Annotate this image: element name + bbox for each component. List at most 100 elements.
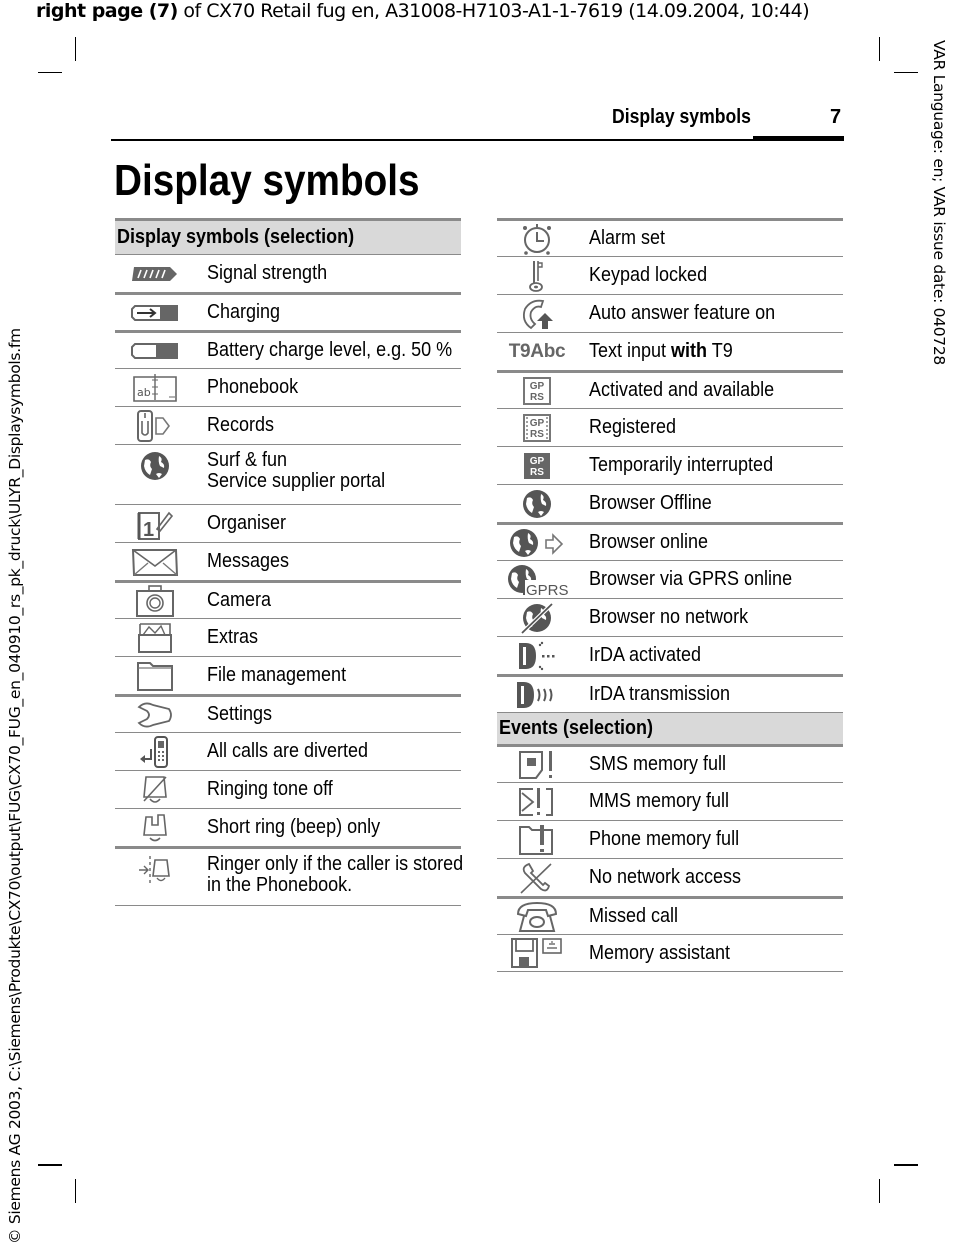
row-label: Registered — [577, 417, 686, 438]
row-label: Missed call — [577, 906, 688, 927]
row-label: Browser no network — [577, 607, 766, 628]
row-label: Records — [195, 415, 281, 436]
display-symbols-table-continued: Alarm set Keypad locked Auto answer feat… — [497, 218, 843, 972]
row-label: Browser Offline — [577, 493, 725, 514]
table-row: Charging — [115, 292, 461, 330]
table-row: Missed call — [497, 896, 843, 934]
page-number: 7 — [830, 106, 842, 128]
row-label-text: Browser via GPRS online — [589, 568, 793, 590]
row-label-text: Ringing tone off — [207, 778, 333, 800]
t9-icon-text: T9Abc — [508, 340, 566, 362]
extras-icon — [115, 621, 195, 655]
table-row: No network access — [497, 858, 843, 896]
mms-full-icon — [497, 785, 577, 819]
row-label: No network access — [577, 867, 758, 888]
row-label-text: All calls are diverted — [207, 740, 369, 762]
row-label: All calls are diverted — [195, 741, 386, 762]
battery-icon — [115, 341, 195, 361]
gprs-registered-icon: GP RS — [497, 413, 577, 443]
call-divert-icon — [115, 735, 195, 769]
row-label-bold: with — [671, 340, 708, 362]
envelope-icon — [115, 546, 195, 578]
row-label-text: Camera — [207, 589, 272, 611]
row-label-text-line2: Service supplier portal — [207, 470, 386, 492]
phone-memory-full-icon — [497, 823, 577, 857]
table-row: T9Abc Text input with T9 — [497, 332, 843, 370]
var-info: VAR Language: en; VAR issue date: 040728 — [930, 40, 948, 365]
svg-text:GPRS: GPRS — [526, 582, 568, 597]
row-label: Auto answer feature on — [577, 303, 796, 324]
irda-transmission-icon — [497, 679, 577, 711]
browser-no-network-icon — [497, 601, 577, 635]
table-row: Ringing tone off — [115, 770, 461, 808]
svg-text:RS: RS — [530, 467, 544, 478]
row-label: Phonebook — [195, 377, 308, 398]
table-heading-text: Display symbols (selection) — [117, 226, 355, 248]
crop-mark — [75, 37, 76, 61]
row-label-text: IrDA activated — [589, 644, 702, 666]
globe-icon — [115, 450, 195, 482]
row-label: Memory assistant — [577, 941, 746, 964]
key-icon — [497, 259, 577, 293]
row-label-text: Settings — [207, 703, 273, 725]
table-row: 1 Organiser — [115, 504, 461, 542]
row-label: IrDA transmission — [577, 684, 746, 705]
table-row: Ringer only if the caller is stored in th… — [115, 846, 463, 906]
row-label-text: Signal strength — [207, 262, 328, 284]
table-row: Keypad locked — [497, 256, 843, 294]
row-label-text: File management — [207, 664, 347, 686]
row-label-text: Short ring (beep) only — [207, 816, 381, 838]
table-row: Messages — [115, 542, 461, 580]
svg-text:GP: GP — [530, 456, 545, 467]
row-label-text: Registered — [589, 416, 677, 438]
table-row: Battery charge level, e.g. 50 % — [115, 330, 461, 368]
table-heading: Display symbols (selection) — [115, 218, 461, 254]
row-label: Settings — [195, 704, 279, 725]
row-label: Organiser — [195, 513, 295, 534]
row-label-text: MMS memory full — [589, 790, 730, 812]
beep-bell-icon — [115, 811, 195, 845]
table-row: ab Phonebook — [115, 368, 461, 406]
gprs-active-icon: GP RS — [497, 376, 577, 406]
browser-gprs-icon: GPRS — [497, 563, 577, 597]
slug-page-ref: right page (7) — [36, 0, 178, 22]
row-label: Charging — [195, 302, 288, 323]
row-label: Alarm set — [577, 228, 673, 249]
events-heading-text: Events (selection) — [499, 717, 654, 739]
row-label-text: SMS memory full — [589, 753, 727, 775]
row-label-text: Memory assistant — [589, 941, 731, 964]
row-label-text: Browser no network — [589, 606, 749, 628]
slug-details: of CX70 Retail fug en, A31008-H7103-A1-1… — [177, 0, 810, 22]
phonebook-ring-icon — [115, 854, 195, 888]
table-row: All calls are diverted — [115, 732, 461, 770]
row-label: Browser online — [577, 532, 721, 553]
organiser-icon: 1 — [115, 507, 195, 541]
row-label-text: IrDA transmission — [589, 683, 731, 705]
row-label: Ringing tone off — [195, 779, 347, 800]
row-label: Activated and available — [577, 380, 795, 401]
table-row: Auto answer feature on — [497, 294, 843, 332]
row-label-text: Missed call — [589, 905, 679, 927]
table-row: Memory assistant — [497, 934, 843, 972]
table-row: Camera — [115, 580, 461, 618]
table-row: Browser online — [497, 522, 843, 560]
row-label-text: Alarm set — [589, 227, 666, 249]
memory-assistant-icon — [497, 936, 577, 970]
svg-text:GP: GP — [530, 381, 545, 392]
row-label: Ringer only if the caller is stored in th… — [195, 854, 492, 896]
row-label-text: Temporarily interrupted — [589, 454, 774, 476]
row-label: Temporarily interrupted — [577, 455, 794, 476]
table-row: MMS memory full — [497, 782, 843, 820]
auto-answer-icon — [497, 297, 577, 331]
row-label-text: Extras — [207, 626, 259, 648]
table-row: GP RS Temporarily interrupted — [497, 446, 843, 484]
svg-text:RS: RS — [530, 392, 544, 403]
table-row: File management — [115, 656, 461, 694]
row-label: Signal strength — [195, 263, 340, 284]
records-icon — [115, 409, 195, 443]
camera-icon — [115, 584, 195, 618]
crop-mark — [38, 1164, 62, 1166]
table-row: Settings — [115, 694, 461, 732]
browser-online-icon — [497, 527, 577, 559]
table-row: Extras — [115, 618, 461, 656]
